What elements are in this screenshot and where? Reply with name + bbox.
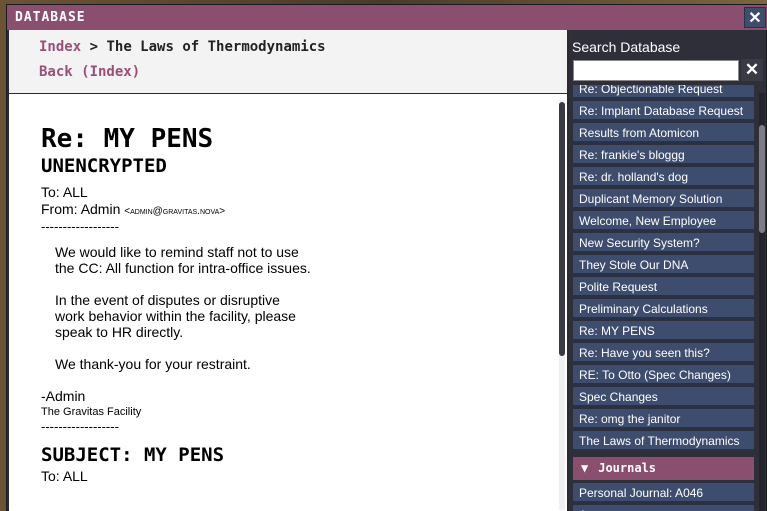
search-clear-button[interactable]: ✕ <box>741 59 763 81</box>
database-entry[interactable]: Re: omg the janitor <box>573 409 754 429</box>
entry-list-inner: Re: Objectionable Request Re: Implant Dat… <box>573 85 754 511</box>
facility-name: The Gravitas Facility <box>41 406 142 418</box>
database-entry[interactable]: Re: frankie's bloggg <box>573 145 754 165</box>
window-title: DATABASE <box>15 10 86 25</box>
journals-section-header[interactable]: ▼ Journals <box>573 457 754 480</box>
database-entry[interactable]: Re: Objectionable Request <box>573 85 754 99</box>
encryption-status: UNENCRYPTED <box>41 155 167 177</box>
database-entry[interactable]: Re: Have you seen this? <box>573 343 754 363</box>
to-line: To: ALL <box>41 468 555 485</box>
database-entry[interactable]: Re: Implant Database Request <box>573 101 754 121</box>
subject-heading: SUBJECT: MY PENS <box>41 444 225 466</box>
database-entry[interactable]: The Laws of Thermodynamics <box>573 431 754 451</box>
from-line: From: Admin <admin@gravitas.nova> <box>41 201 555 220</box>
document-pane: Index > The Laws of Thermodynamics Back … <box>9 30 567 511</box>
journal-entry[interactable]: A <box>573 505 754 511</box>
breadcrumb-separator: > <box>89 39 99 55</box>
database-entry[interactable]: New Security System? <box>573 233 754 253</box>
from-label: From: <box>41 201 78 217</box>
database-window: DATABASE ✕ Index > The Laws of Thermodyn… <box>6 4 767 511</box>
to-value: ALL <box>62 468 88 484</box>
document-scrollbar-thumb[interactable] <box>559 102 565 356</box>
document-title: Re: MY PENS <box>41 124 214 154</box>
to-value: ALL <box>62 184 88 200</box>
entry-list-scrollbar-thumb[interactable] <box>759 125 765 233</box>
database-entry[interactable]: They Stole Our DNA <box>573 255 754 275</box>
journal-entry[interactable]: Personal Journal: A046 <box>573 483 754 503</box>
navigation-bar: Index > The Laws of Thermodynamics Back … <box>9 30 567 94</box>
database-entry[interactable]: Re: dr. holland's dog <box>573 167 754 187</box>
search-label: Search Database <box>572 39 681 55</box>
database-entry[interactable]: Polite Request <box>573 277 754 297</box>
collapse-arrow-icon: ▼ <box>581 461 589 475</box>
from-value: Admin <box>80 201 121 217</box>
breadcrumb-index-link[interactable]: Index <box>39 39 81 55</box>
database-entry[interactable]: Duplicant Memory Solution <box>573 189 754 209</box>
to-label: To: <box>41 468 60 484</box>
database-entry[interactable]: Preliminary Calculations <box>573 299 754 319</box>
database-entry[interactable]: RE: To Otto (Spec Changes) <box>573 365 754 385</box>
message-body: We would like to remind staff not to use… <box>41 244 311 372</box>
database-entry[interactable]: Spec Changes <box>573 387 754 407</box>
separator: ------------------ <box>41 219 119 234</box>
database-entry[interactable]: Re: MY PENS <box>573 321 754 341</box>
breadcrumb: Index > The Laws of Thermodynamics <box>39 38 567 56</box>
breadcrumb-current: The Laws of Thermodynamics <box>106 39 326 55</box>
to-line: To: ALL <box>41 184 555 201</box>
database-entry[interactable]: Results from Atomicon <box>573 123 754 143</box>
separator: ------------------ <box>41 419 119 434</box>
back-link[interactable]: Back (Index) <box>39 64 567 80</box>
message-paragraph: We would like to remind staff not to use… <box>55 244 311 276</box>
search-input[interactable] <box>573 60 739 81</box>
message-paragraph: In the event of disputes or disruptive w… <box>55 292 296 340</box>
signoff: -Admin <box>41 388 86 404</box>
search-sidebar: Search Database ✕ Re: Objectionable Requ… <box>569 30 766 511</box>
to-label: To: <box>41 184 60 200</box>
close-button[interactable]: ✕ <box>744 7 766 28</box>
document-content: Re: MY PENS UNENCRYPTED To: ALL From: Ad… <box>9 96 555 511</box>
window-titlebar: DATABASE ✕ <box>7 5 767 30</box>
entry-list: Re: Objectionable Request Re: Implant Dat… <box>573 85 758 511</box>
section-label: Journals <box>598 461 657 475</box>
message-paragraph: We thank-you for your restraint. <box>55 356 251 372</box>
database-entry[interactable]: Welcome, New Employee <box>573 211 754 231</box>
from-email: <admin@gravitas.nova> <box>124 206 226 217</box>
